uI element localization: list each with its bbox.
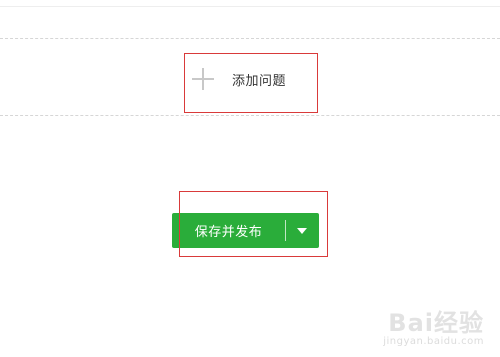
section-divider-bottom (0, 115, 500, 116)
watermark-brand: Bai经验 (388, 309, 484, 337)
watermark-url: jingyan.baidu.com (383, 336, 484, 347)
top-divider (0, 6, 500, 7)
survey-editor-page: 添加问题 保存并发布 Bai经验 jingyan.baidu.com (0, 0, 500, 357)
section-divider-top (0, 38, 500, 39)
highlight-box-save-publish (179, 191, 328, 257)
watermark: Bai经验 jingyan.baidu.com (383, 310, 484, 347)
highlight-box-add-question (184, 53, 318, 113)
